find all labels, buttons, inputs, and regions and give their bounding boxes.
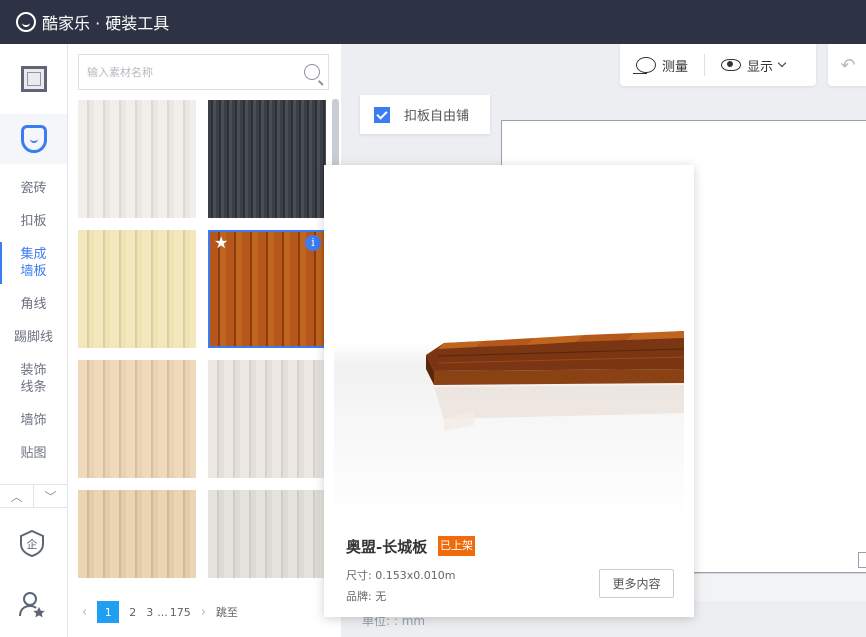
tape-measure-icon (633, 57, 656, 74)
material-panel: ★ i ‹ 1 2 3 ... 175 › 跳至 (68, 44, 341, 637)
nav-item-wall-decor[interactable]: 墙饰 (0, 404, 67, 437)
prev-page-icon[interactable]: ‹ (82, 605, 87, 620)
material-tile[interactable] (78, 230, 196, 348)
page-3[interactable]: 3 (146, 606, 153, 619)
floorplan-icon (20, 66, 47, 92)
category-list: 瓷砖 扣板 集成 墙板 角线 踢脚线 装饰 线条 墙饰 贴图 (0, 172, 67, 470)
page-jump[interactable]: 跳至 (216, 604, 238, 620)
free-tile-checkbox[interactable] (374, 106, 390, 123)
measure-label: 测量 (662, 59, 689, 75)
undo-button[interactable]: ↶ (828, 44, 866, 86)
search-input[interactable] (87, 65, 304, 79)
canvas-corner-handle[interactable] (858, 552, 866, 568)
search-box (78, 54, 329, 90)
chevron-down-icon (777, 58, 787, 68)
eye-icon (721, 59, 742, 71)
nav-item-skirting[interactable]: 踢脚线 (0, 321, 67, 354)
nav-item-decor-line[interactable]: 装饰 线条 (0, 354, 67, 404)
measure-button[interactable]: 测量 (620, 54, 704, 76)
logo-icon (16, 12, 36, 32)
material-size: 尺寸: 0.153x0.010m (346, 569, 456, 582)
svg-text:企: 企 (27, 537, 38, 551)
chevron-down-icon: ﹀ (44, 489, 57, 504)
pagination: ‹ 1 2 3 ... 175 › 跳至 (68, 600, 341, 624)
favorite-star-icon[interactable]: ★ (214, 235, 228, 251)
app-title: 酷家乐 · 硬装工具 (42, 14, 170, 33)
nav-item-decal[interactable]: 贴图 (0, 437, 67, 470)
material-title: 奥盟-长城板 (346, 538, 428, 556)
material-tile[interactable] (78, 100, 196, 218)
page-ellipsis: ... (157, 605, 168, 619)
scroll-down-button[interactable]: ﹀ (33, 485, 67, 507)
next-page-icon[interactable]: › (201, 605, 206, 620)
scroll-up-button[interactable]: ︿ (0, 485, 33, 507)
nav-item-tile[interactable]: 瓷砖 (0, 172, 67, 205)
nav-scroll-arrows: ︿ ﹀ (0, 484, 67, 508)
page-last[interactable]: 175 (170, 606, 191, 619)
hard-decoration-icon (20, 125, 47, 153)
material-tile[interactable] (208, 100, 326, 218)
nav-floorplan[interactable] (0, 44, 67, 114)
display-label: 显示 (747, 59, 774, 75)
status-badge: 已上架 (438, 536, 475, 556)
search-icon[interactable] (304, 64, 320, 80)
page-current[interactable]: 1 (97, 601, 120, 623)
material-detail-popup: 奥盟-长城板 已上架 尺寸: 0.153x0.010m 品牌: 无 更多内容 (324, 165, 694, 617)
user-star-icon[interactable] (17, 589, 47, 619)
material-tile-selected[interactable]: ★ i (208, 230, 326, 348)
nav-item-gusset[interactable]: 扣板 (0, 205, 67, 238)
free-tile-label: 扣板自由铺 (404, 109, 470, 124)
material-tile[interactable] (208, 360, 326, 478)
more-content-button[interactable]: 更多内容 (599, 569, 674, 598)
undo-icon: ↶ (840, 54, 856, 76)
material-tile[interactable] (78, 360, 196, 478)
page-2[interactable]: 2 (129, 606, 136, 619)
enterprise-icon[interactable]: 企 (17, 528, 47, 558)
left-nav: 瓷砖 扣板 集成 墙板 角线 踢脚线 装饰 线条 墙饰 贴图 ︿ ﹀ 企 (0, 44, 68, 637)
view-toolbar: 测量 显示 (620, 44, 816, 86)
free-tile-toggle[interactable]: 扣板自由铺 (360, 95, 490, 134)
nav-hard-decoration[interactable] (0, 114, 67, 164)
chevron-up-icon: ︿ (10, 489, 23, 504)
material-brand: 品牌: 无 (346, 590, 387, 603)
app-logo[interactable]: 酷家乐 · 硬装工具 (16, 10, 169, 34)
material-preview-image (334, 173, 684, 525)
info-icon[interactable]: i (305, 235, 321, 251)
display-dropdown[interactable]: 显示 (704, 54, 801, 76)
top-bar: 酷家乐 · 硬装工具 (0, 0, 866, 44)
material-tile[interactable] (78, 490, 196, 578)
nav-item-corner-line[interactable]: 角线 (0, 288, 67, 321)
nav-item-wall-panel[interactable]: 集成 墙板 (0, 238, 67, 288)
material-tile[interactable] (208, 490, 326, 578)
